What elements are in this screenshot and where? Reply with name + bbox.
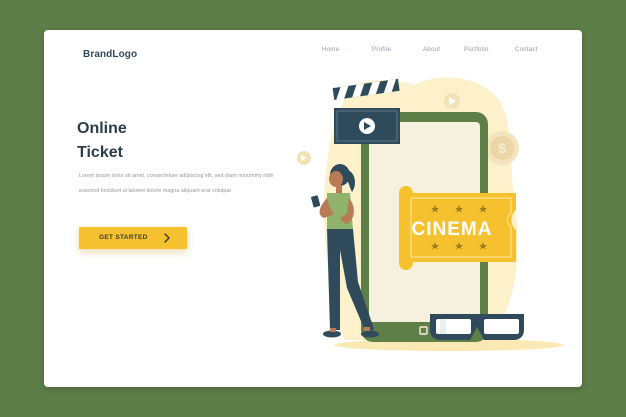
hero-illustration: $ CINEMA — [297, 77, 564, 351]
clapperboard-icon — [332, 78, 400, 144]
landing-page-card: BrandLogo Home Profile About Portfolio C… — [44, 30, 582, 387]
play-icon — [297, 151, 311, 165]
play-icon — [444, 93, 460, 109]
cinema-ticket: CINEMA — [399, 186, 516, 270]
dollar-coin-icon: $ — [485, 131, 519, 165]
svg-text:$: $ — [498, 140, 506, 156]
ticket-label: CINEMA — [412, 219, 493, 240]
